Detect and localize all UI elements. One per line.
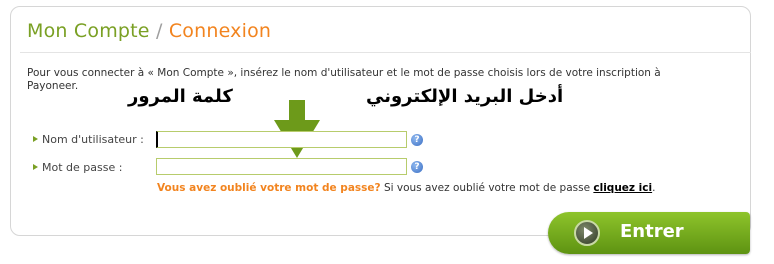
title-account: Mon Compte [27, 20, 150, 42]
forgot-question: Vous avez oublié votre mot de passe? [157, 182, 381, 194]
bullet-triangle-icon [33, 136, 38, 142]
forgot-password: Vous avez oublié votre mot de passe? Si … [157, 182, 655, 194]
play-icon [574, 220, 600, 246]
password-input[interactable] [156, 158, 407, 175]
email-annotation: أدخل البريد الإلكتروني [366, 86, 564, 107]
title-connexion: Connexion [168, 20, 272, 42]
password-annotation: كلمة المرور [128, 86, 233, 107]
help-icon[interactable]: ? [411, 161, 423, 173]
forgot-end: . [652, 182, 656, 194]
bullet-triangle-icon [33, 164, 38, 170]
title-divider [20, 52, 751, 53]
enter-button[interactable]: Entrer [548, 212, 750, 254]
enter-button-label: Entrer [620, 221, 684, 242]
forgot-link[interactable]: cliquez ici [593, 182, 652, 194]
password-label-text: Mot de passe : [42, 161, 123, 174]
title-separator: / [155, 20, 163, 42]
forgot-text: Si vous avez oublié votre mot de passe [380, 182, 594, 194]
help-icon[interactable]: ? [411, 134, 423, 146]
username-label: Nom d'utilisateur : [33, 133, 144, 146]
password-label: Mot de passe : [33, 161, 122, 174]
page-title: Mon Compte / Connexion [27, 20, 271, 42]
username-label-text: Nom d'utilisateur : [42, 133, 144, 146]
arrow-down-icon [274, 100, 320, 158]
username-input[interactable] [156, 131, 407, 148]
